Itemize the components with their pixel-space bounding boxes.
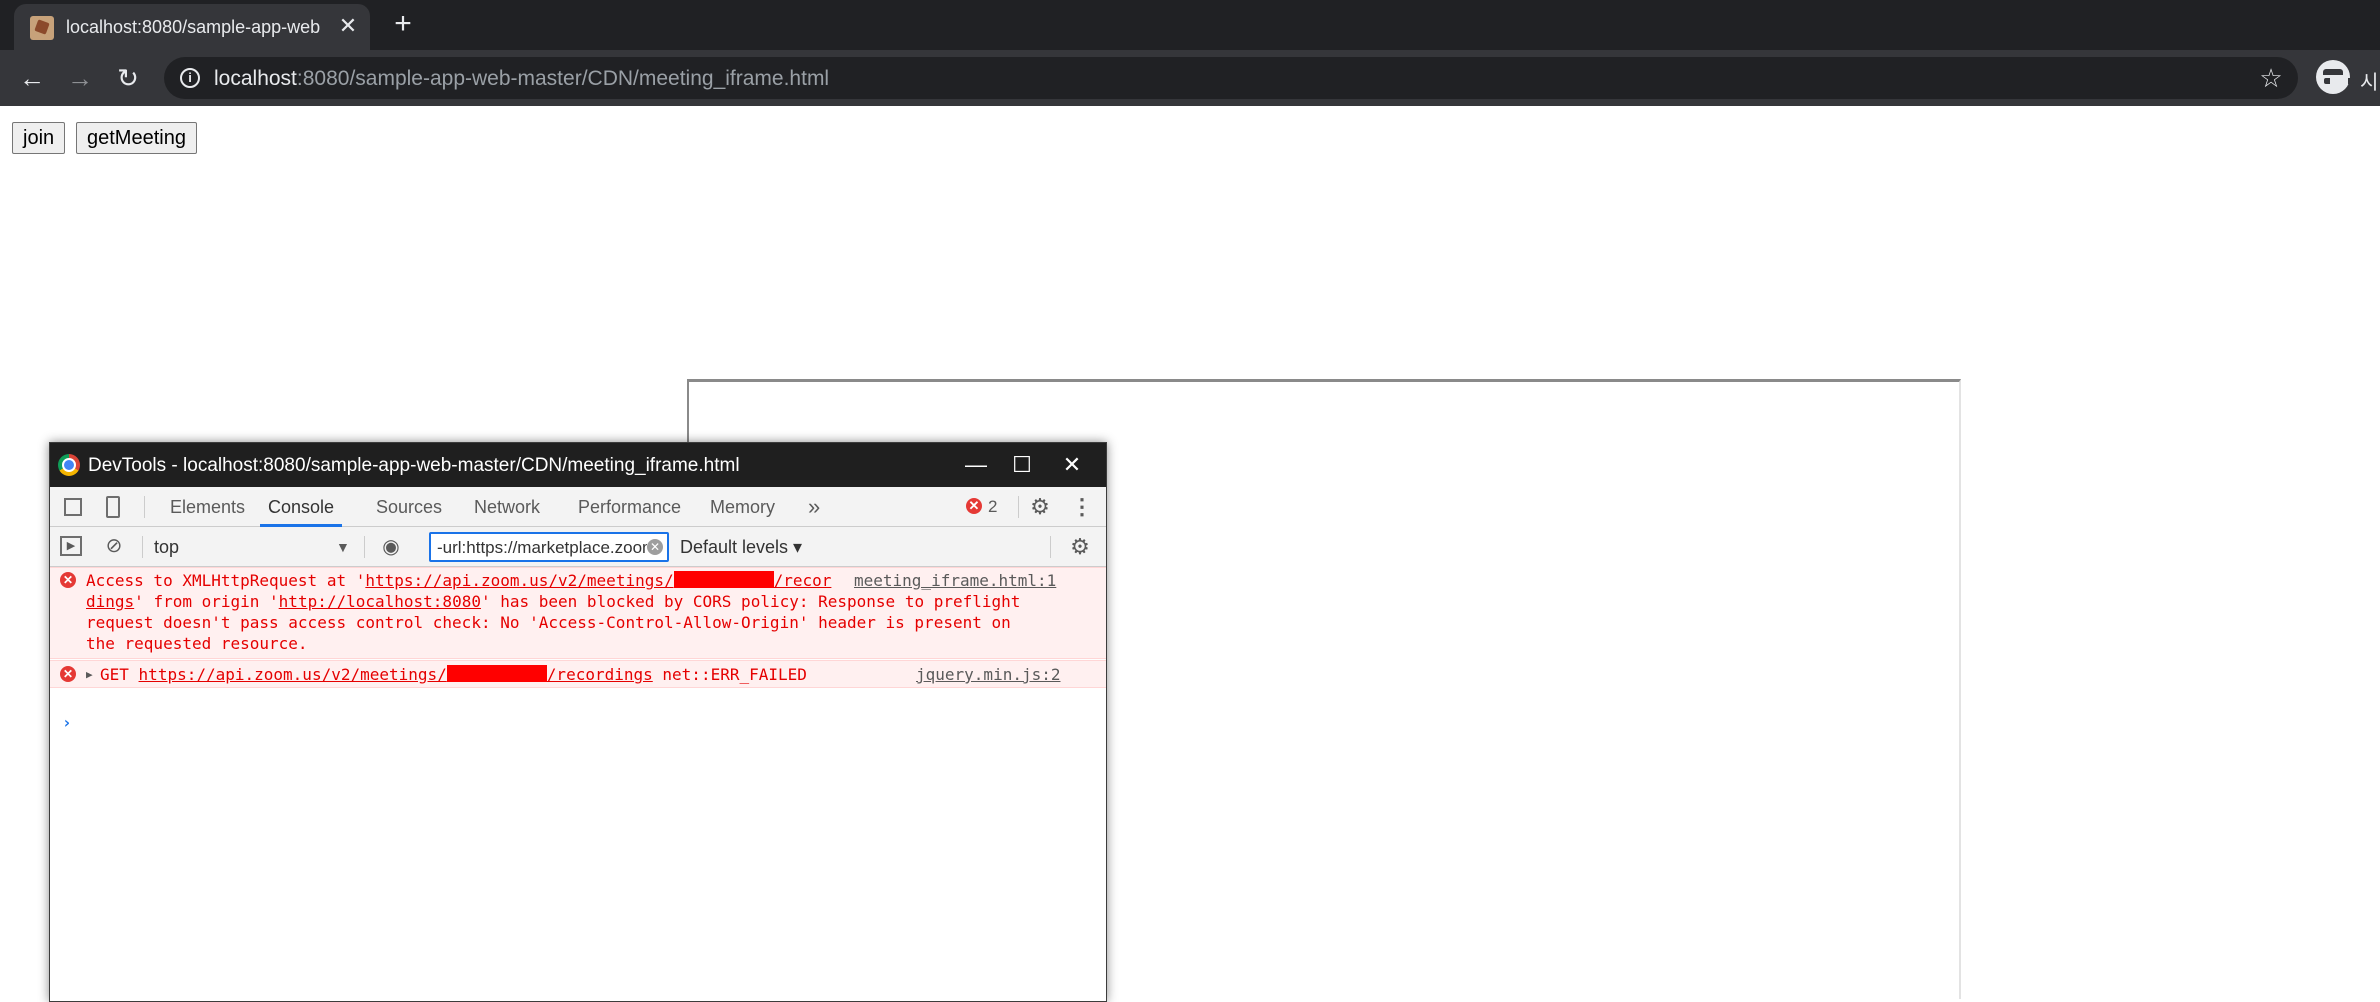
tab-console[interactable]: Console [260,487,343,527]
browser-toolbar: ← → ↻ i localhost:8080/sample-app-web-ma… [0,50,2380,106]
incognito-icon[interactable] [2316,60,2354,94]
divider [1018,496,1019,518]
browser-tab[interactable]: localhost:8080/sample-app-web ✕ [14,4,370,50]
url-text[interactable]: localhost:8080/sample-app-web-master/CDN… [214,67,829,91]
more-tabs-button[interactable]: » [808,487,820,527]
get-meeting-button[interactable]: getMeeting [76,122,197,154]
device-toolbar-icon[interactable] [106,496,120,518]
msg-text-line: request doesn't pass access control chec… [86,613,1011,632]
join-button[interactable]: join [12,122,66,154]
tab-network[interactable]: Network [474,487,540,527]
clear-console-icon[interactable]: ⊘ [102,535,126,557]
filter-value: -url:https://marketplace.zoom.us [437,538,647,557]
error-badge-icon[interactable]: ✕ [966,498,982,514]
context-select[interactable]: top [154,535,354,559]
devtools-titlebar[interactable]: DevTools - localhost:8080/sample-app-web… [50,443,1106,487]
devtools-tab-bar: Elements Console Sources Network Perform… [50,487,1106,527]
back-arrow-icon[interactable]: ← [16,62,48,94]
console-error-message: ✕ Access to XMLHttpRequest at 'https://a… [50,567,1106,659]
devtools-window: DevTools - localhost:8080/sample-app-web… [49,442,1107,1002]
url-path: :8080/sample-app-web-master/CDN/meeting_… [296,67,830,90]
request-url-link[interactable]: https://api.zoom.us/v2/meetings/ [139,665,447,684]
console-messages: ✕ Access to XMLHttpRequest at 'https://a… [50,567,1106,1001]
error-icon: ✕ [60,572,76,588]
maximize-button[interactable]: ☐ [1002,449,1042,481]
msg-text-part: Access to XMLHttpRequest at ' [86,571,366,590]
sidebar-toggle-icon[interactable]: ▶ [60,536,82,556]
tab-sources[interactable]: Sources [376,487,442,527]
clear-filter-icon[interactable]: ✕ [647,539,663,555]
msg-text-part: ' from origin ' [134,592,279,611]
divider [144,496,145,518]
tab-memory[interactable]: Memory [710,487,775,527]
request-url-link[interactable]: /recordings [547,665,653,684]
chevron-down-icon[interactable]: ▼ [336,535,350,559]
profile-label: 시 [2360,72,2379,94]
expand-triangle-icon[interactable]: ▶ [86,664,93,685]
error-status: net::ERR_FAILED [662,665,807,684]
forward-arrow-icon[interactable]: → [64,62,96,94]
reload-icon[interactable]: ↻ [112,62,144,94]
error-url-link[interactable]: /recor [774,571,832,590]
tab-performance[interactable]: Performance [578,487,681,527]
console-prompt[interactable]: › [62,713,72,732]
close-button[interactable]: ✕ [1052,449,1092,481]
address-bar[interactable]: i localhost:8080/sample-app-web-master/C… [164,57,2298,99]
error-icon: ✕ [60,666,76,682]
console-settings-gear-icon[interactable]: ⚙ [1068,535,1092,559]
tab-title: localhost:8080/sample-app-web [66,17,321,37]
origin-link[interactable]: http://localhost:8080 [279,592,481,611]
redaction-block [673,571,774,588]
settings-gear-icon[interactable]: ⚙ [1028,495,1052,519]
favicon-icon [30,16,54,40]
star-icon[interactable]: ☆ [2256,63,2286,93]
log-levels-dropdown[interactable]: Default levels ▾ [680,535,802,559]
devtools-window-title: DevTools - localhost:8080/sample-app-web… [88,455,740,476]
tab-elements[interactable]: Elements [170,487,245,527]
divider [1050,536,1051,558]
source-link[interactable]: jquery.min.js:2 [916,664,1061,685]
url-host: localhost [214,67,297,90]
redaction-block [446,665,547,682]
tab-close-icon[interactable]: ✕ [336,14,360,38]
divider [142,536,143,558]
http-method: GET [100,665,129,684]
chrome-logo-icon [58,454,80,476]
console-filter-input[interactable]: -url:https://marketplace.zoom.us ✕ [429,532,669,562]
msg-text-line: the requested resource. [86,634,308,653]
error-count[interactable]: 2 [988,497,997,517]
info-icon[interactable]: i [180,68,200,88]
error-url-link[interactable]: https://api.zoom.us/v2/meetings/ [365,571,673,590]
msg-text-part: ' has been blocked by CORS policy: Respo… [480,592,1021,611]
browser-tab-strip: localhost:8080/sample-app-web ✕ + [0,0,2380,50]
inspect-element-icon[interactable] [64,498,82,516]
error-url-link[interactable]: dings [86,592,134,611]
minimize-button[interactable]: — [956,449,996,481]
source-link[interactable]: meeting_iframe.html:1 [854,570,1056,591]
divider [364,536,365,558]
console-toolbar: ▶ ⊘ top ▼ ◉ -url:https://marketplace.zoo… [50,527,1106,567]
eye-icon[interactable]: ◉ [378,535,404,559]
new-tab-button[interactable]: + [388,9,418,40]
console-error-message: ✕ ▶ GET https://api.zoom.us/v2/meetings/… [50,660,1106,688]
more-menu-icon[interactable]: ⋮ [1070,495,1094,519]
